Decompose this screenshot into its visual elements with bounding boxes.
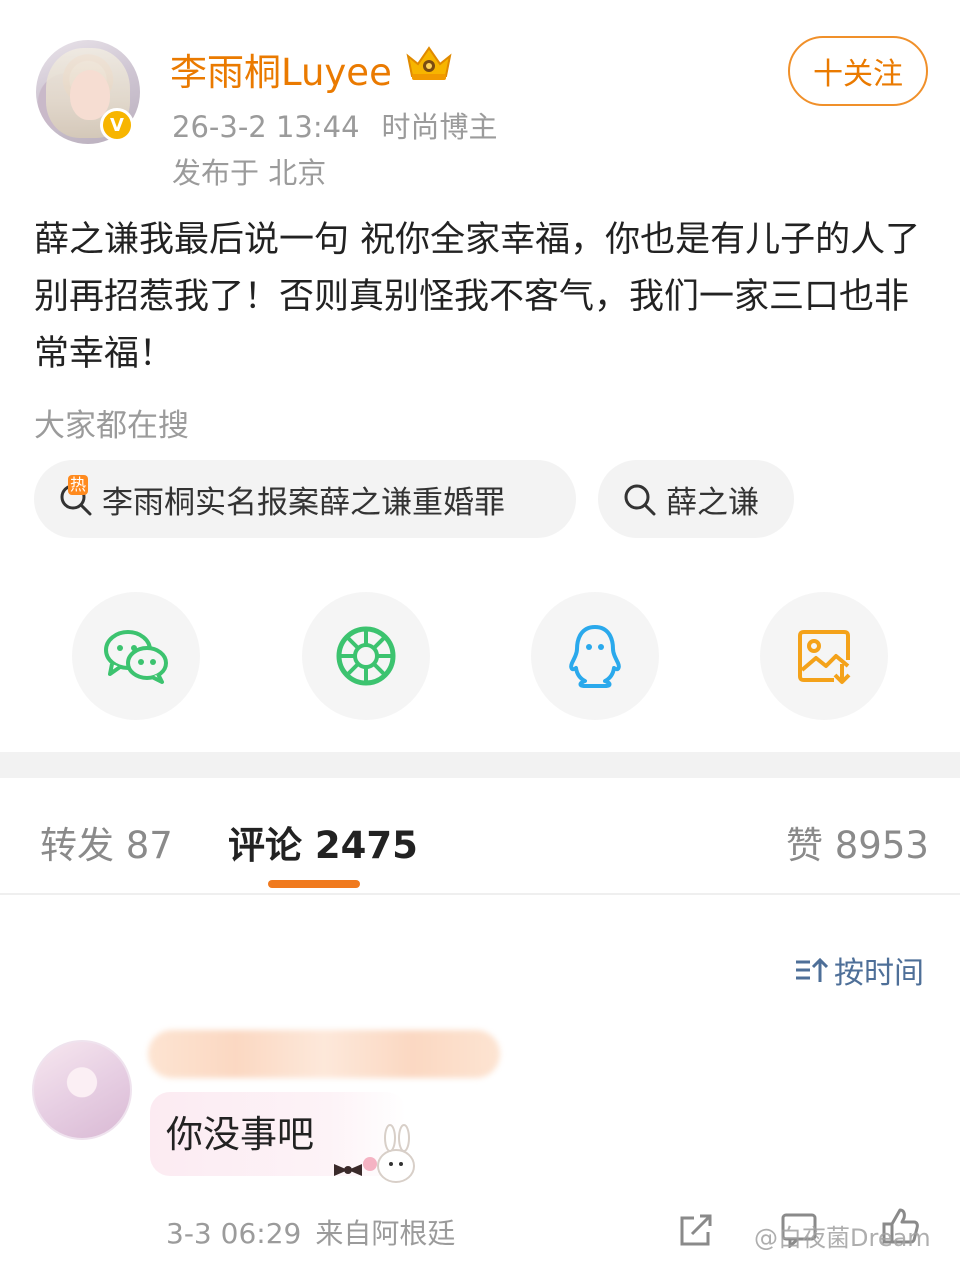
search-chip[interactable]: 薛之谦 — [598, 460, 794, 538]
watermark: @白夜菌Dream — [754, 1224, 931, 1252]
section-divider — [0, 752, 960, 778]
sort-icon — [796, 957, 828, 982]
search-chip-label: 李雨桐实名报案薛之谦重婚罪 — [102, 484, 505, 521]
repost-icon[interactable] — [678, 1212, 714, 1248]
share-qq-button[interactable] — [531, 592, 659, 720]
tab-likes[interactable]: 赞 8953 — [786, 815, 929, 869]
wechat-icon — [104, 630, 168, 684]
comment-text: 你没事吧 — [166, 1113, 314, 1156]
save-image-button[interactable] — [760, 592, 888, 720]
tab-reposts[interactable]: 转发 87 — [40, 815, 173, 869]
comment-timestamp: 3-3 06:29 — [166, 1217, 302, 1250]
follow-button[interactable]: 十关注 — [788, 36, 928, 106]
commenter-name-blurred[interactable] — [148, 1030, 500, 1078]
search-chip-label: 薛之谦 — [666, 484, 759, 521]
tab-divider — [0, 893, 960, 895]
user-tag: 时尚博主 — [381, 110, 498, 144]
save-image-icon — [798, 630, 851, 684]
post-timestamp: 26-3-2 13:44 — [172, 110, 360, 144]
verified-badge-icon: V — [100, 108, 134, 142]
sort-toggle[interactable]: 按时间 — [794, 948, 924, 992]
author-name[interactable]: 李雨桐Luyee — [170, 42, 392, 96]
qq-icon — [569, 625, 621, 688]
crown-icon — [406, 46, 452, 80]
share-wechat-button[interactable] — [72, 592, 200, 720]
comment-meta: 3-3 06:29 来自阿根廷 — [166, 1212, 455, 1252]
hot-badge: 热 — [68, 475, 89, 495]
post-meta: 26-3-2 13:44 时尚博主 — [172, 104, 498, 146]
bunny-sticker-icon — [334, 1124, 415, 1183]
hot-search-icon: 热 — [58, 475, 94, 517]
active-tab-indicator — [268, 880, 360, 888]
search-icon — [622, 481, 658, 517]
post-content: 薛之谦我最后说一句 祝你全家幸福，你也是有儿子的人了别再招惹我了！否则真别怪我不… — [34, 220, 921, 374]
tab-comments[interactable]: 评论 2475 — [228, 815, 418, 869]
search-section-title: 大家都在搜 — [34, 408, 189, 444]
moments-icon — [336, 626, 396, 686]
search-chip-hot[interactable]: 热 李雨桐实名报案薛之谦重婚罪 — [34, 460, 576, 538]
sort-label: 按时间 — [834, 956, 924, 991]
commenter-avatar[interactable] — [32, 1040, 132, 1140]
post-location: 发布于 北京 — [172, 156, 327, 190]
comment-source: 来自阿根廷 — [315, 1217, 456, 1250]
share-moments-button[interactable] — [302, 592, 430, 720]
